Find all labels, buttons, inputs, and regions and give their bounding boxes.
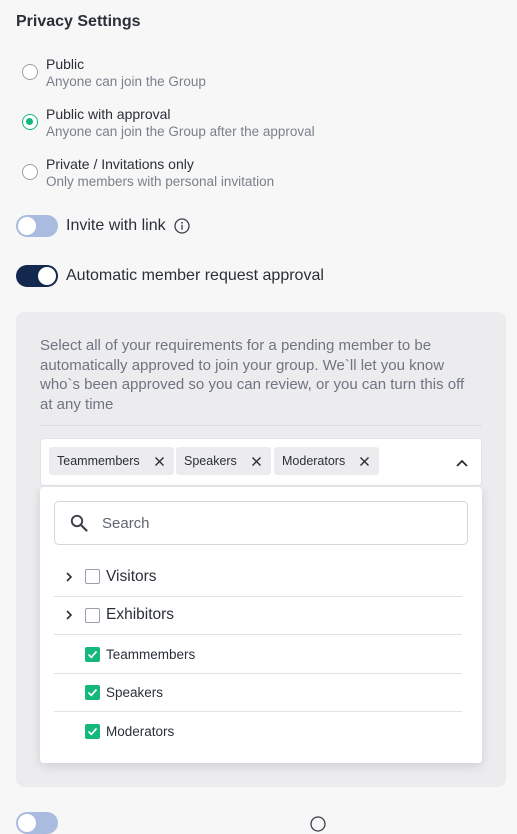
option-moderators[interactable]: Moderators [54,712,462,750]
radio-option-public-with-approval[interactable]: Public with approval Anyone can join the… [22,106,315,140]
search-box[interactable] [54,501,468,545]
selected-tag-teammembers: Teammembers [49,447,174,475]
checkbox-visitors[interactable] [85,569,100,584]
option-label: Moderators [106,723,175,739]
chevron-up-icon[interactable] [455,456,469,470]
approval-requirements-panel: Select all of your requirements for a pe… [16,312,506,787]
toggle-knob [18,217,36,235]
radio-description: Anyone can join the Group after the appr… [46,124,315,139]
checkbox-teammembers[interactable] [85,646,100,662]
invite-with-link-row: Invite with link [16,215,190,237]
auto-approval-toggle[interactable] [16,265,58,287]
toggle-knob [38,267,56,285]
radio-title: Private / Invitations only [46,156,194,172]
chevron-right-icon[interactable] [64,609,74,621]
option-label: Speakers [106,685,164,700]
next-toggle[interactable] [16,812,58,834]
divider [40,425,482,426]
tag-label: Speakers [184,454,237,468]
approval-description: Select all of your requirements for a pe… [40,337,465,413]
check-icon [87,727,98,736]
option-teammembers[interactable]: Teammembers [54,635,462,674]
chevron-right-icon[interactable] [64,571,74,583]
auto-approval-label: Automatic member request approval [66,267,324,284]
radio-button-public-with-approval[interactable] [22,114,38,130]
radio-title: Public with approval [46,106,171,122]
info-icon[interactable] [310,816,326,832]
close-icon[interactable] [154,456,165,467]
auto-approval-row: Automatic member request approval [16,265,324,287]
invite-with-link-label: Invite with link [66,217,166,234]
page-title: Privacy Settings [16,13,141,30]
info-icon[interactable] [173,218,190,234]
radio-description: Anyone can join the Group [46,74,206,89]
radio-title: Public [46,56,85,72]
tag-label: Moderators [282,454,346,468]
requirements-dropdown: Visitors Exhibitors Teammembers Speakers [40,487,482,763]
check-icon [87,650,98,659]
toggle-knob [18,814,36,832]
option-label: Exhibitors [106,606,175,623]
option-visitors[interactable]: Visitors [54,557,462,597]
radio-option-public[interactable]: Public Anyone can join the Group [22,56,206,90]
selected-tag-moderators: Moderators [274,447,380,475]
radio-option-private[interactable]: Private / Invitations only Only members … [22,156,274,190]
radio-button-public[interactable] [22,64,38,80]
option-speakers[interactable]: Speakers [54,674,462,712]
radio-button-private[interactable] [22,164,38,180]
tag-label: Teammembers [57,454,140,468]
option-exhibitors[interactable]: Exhibitors [54,596,462,635]
checkbox-moderators[interactable] [85,723,100,739]
requirements-multiselect[interactable]: Teammembers Speakers Moderators [40,438,482,486]
search-input[interactable] [100,513,424,533]
checkbox-exhibitors[interactable] [85,607,100,623]
search-icon [70,514,88,532]
checkbox-speakers[interactable] [85,685,100,700]
close-icon[interactable] [251,456,262,467]
close-icon[interactable] [359,456,370,467]
option-label: Visitors [106,567,157,585]
selected-tag-speakers: Speakers [176,447,271,475]
check-icon [87,688,98,697]
option-label: Teammembers [106,646,196,662]
invite-with-link-toggle[interactable] [16,215,58,237]
radio-description: Only members with personal invitation [46,174,275,189]
